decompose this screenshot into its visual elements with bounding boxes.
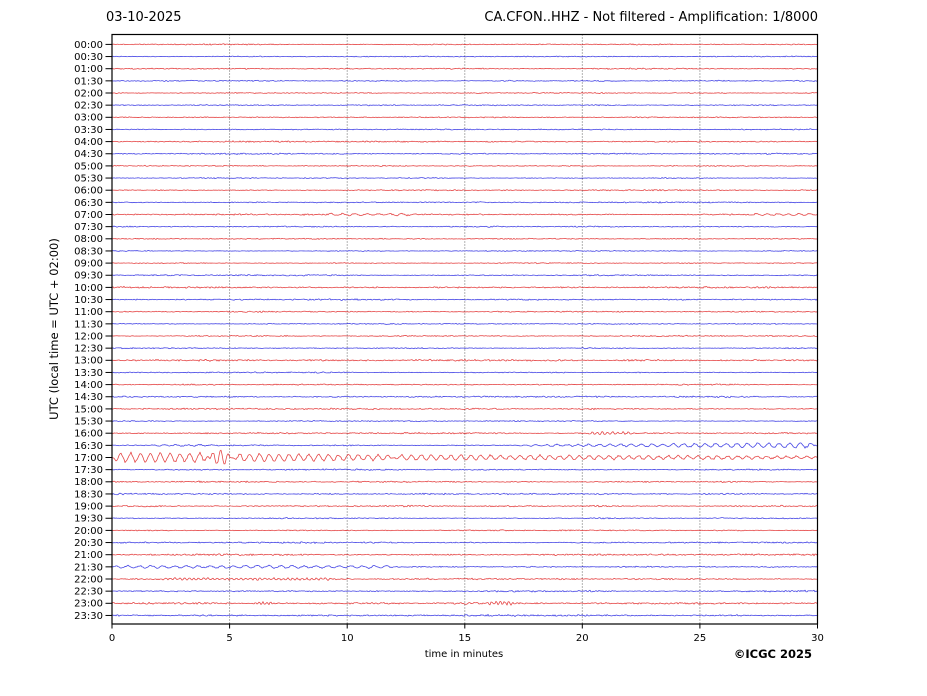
seismogram-trace-02:30 bbox=[112, 105, 818, 106]
x-tick-label: 5 bbox=[226, 633, 232, 644]
x-axis-label: time in minutes bbox=[425, 649, 504, 660]
y-tick-label: 09:30 bbox=[74, 271, 103, 282]
seismogram-trace-04:30 bbox=[112, 153, 818, 155]
y-tick-label: 12:00 bbox=[74, 331, 103, 342]
y-tick-label: 23:30 bbox=[74, 611, 103, 622]
y-tick-label: 22:00 bbox=[74, 574, 103, 585]
helicorder-page: 03-10-2025 CA.CFON..HHZ - Not filtered -… bbox=[0, 0, 927, 696]
x-tick-label: 20 bbox=[576, 633, 589, 644]
x-tick-label: 30 bbox=[811, 633, 824, 644]
seismogram-trace-03:00 bbox=[112, 117, 818, 118]
y-tick-label: 11:30 bbox=[74, 319, 103, 330]
y-tick-label: 23:00 bbox=[74, 599, 103, 610]
helicorder-plot: 00:0000:3001:0001:3002:00 02:3003:0003:30… bbox=[0, 0, 927, 696]
y-tick-label: 14:00 bbox=[74, 380, 103, 391]
seismogram-trace-05:00 bbox=[112, 165, 818, 166]
seismogram-trace-20:00 bbox=[112, 530, 818, 531]
y-tick-label: 21:00 bbox=[74, 550, 103, 561]
seismogram-trace-01:30 bbox=[112, 80, 818, 81]
y-tick-label: 03:00 bbox=[74, 113, 103, 124]
y-tick-label: 06:00 bbox=[74, 186, 103, 197]
y-tick-label: 13:00 bbox=[74, 356, 103, 367]
seismogram-trace-23:30 bbox=[112, 614, 818, 616]
y-tick-label: 01:30 bbox=[74, 76, 103, 87]
seismogram-trace-08:00 bbox=[112, 238, 818, 239]
y-tick-label: 22:30 bbox=[74, 587, 103, 598]
seismogram-trace-04:00 bbox=[112, 141, 818, 143]
y-tick-label: 00:00 bbox=[74, 40, 103, 51]
y-tick-label: 02:00 bbox=[74, 88, 103, 99]
y-tick-label: 05:00 bbox=[74, 161, 103, 172]
seismogram-trace-12:30 bbox=[112, 347, 818, 348]
seismogram-trace-03:30 bbox=[112, 129, 818, 130]
seismogram-trace-11:30 bbox=[112, 323, 818, 324]
y-tick-label: 11:00 bbox=[74, 307, 103, 318]
seismogram-trace-14:30 bbox=[112, 396, 818, 398]
x-tick-label: 10 bbox=[341, 633, 354, 644]
y-tick-label: 15:00 bbox=[74, 404, 103, 415]
y-tick-label: 10:00 bbox=[74, 283, 103, 294]
y-tick-label: 07:00 bbox=[74, 210, 103, 221]
x-tick-label: 15 bbox=[458, 633, 471, 644]
y-tick-label: 20:30 bbox=[74, 538, 103, 549]
x-tick-label: 25 bbox=[694, 633, 707, 644]
y-tick-label: 00:30 bbox=[74, 52, 103, 63]
seismogram-trace-02:00 bbox=[112, 92, 818, 93]
x-tick-label: 0 bbox=[109, 633, 115, 644]
y-tick-label: 16:30 bbox=[74, 441, 103, 452]
y-tick-label: 17:30 bbox=[74, 465, 103, 476]
seismogram-trace-18:30 bbox=[112, 493, 818, 495]
seismogram-trace-15:30 bbox=[112, 420, 818, 421]
copyright: ©ICGC 2025 bbox=[734, 647, 812, 661]
y-tick-label: 10:30 bbox=[74, 295, 103, 306]
seismogram-trace-17:30 bbox=[112, 469, 818, 471]
y-tick-label: 03:30 bbox=[74, 125, 103, 136]
y-tick-label: 19:30 bbox=[74, 514, 103, 525]
y-tick-label: 16:00 bbox=[74, 429, 103, 440]
y-tick-label: 19:00 bbox=[74, 502, 103, 513]
y-tick-label: 09:00 bbox=[74, 259, 103, 270]
y-tick-label: 21:30 bbox=[74, 562, 103, 573]
y-tick-label: 12:30 bbox=[74, 344, 103, 355]
y-tick-label: 02:30 bbox=[74, 101, 103, 112]
seismogram-trace-13:30 bbox=[112, 372, 818, 373]
y-tick-label: 05:30 bbox=[74, 173, 103, 184]
seismogram-trace-13:00 bbox=[112, 359, 818, 361]
y-tick-label: 07:30 bbox=[74, 222, 103, 233]
y-tick-label: 13:30 bbox=[74, 368, 103, 379]
y-tick-label: 04:00 bbox=[74, 137, 103, 148]
y-tick-label: 18:00 bbox=[74, 477, 103, 488]
y-tick-label: 08:30 bbox=[74, 246, 103, 257]
y-tick-label: 20:00 bbox=[74, 526, 103, 537]
y-tick-label: 14:30 bbox=[74, 392, 103, 403]
seismogram-trace-14:00 bbox=[112, 384, 818, 385]
y-tick-label: 01:00 bbox=[74, 64, 103, 75]
y-tick-label: 08:00 bbox=[74, 234, 103, 245]
y-tick-label: 04:30 bbox=[74, 149, 103, 160]
seismogram-trace-05:30 bbox=[112, 177, 818, 178]
y-tick-label: 18:30 bbox=[74, 489, 103, 500]
seismogram-trace-16:30 bbox=[112, 443, 818, 448]
y-tick-label: 06:30 bbox=[74, 198, 103, 209]
y-tick-label: 17:00 bbox=[74, 453, 103, 464]
y-tick-label: 15:30 bbox=[74, 416, 103, 427]
seismogram-trace-15:00 bbox=[112, 408, 818, 410]
seismogram-trace-06:30 bbox=[112, 202, 818, 204]
